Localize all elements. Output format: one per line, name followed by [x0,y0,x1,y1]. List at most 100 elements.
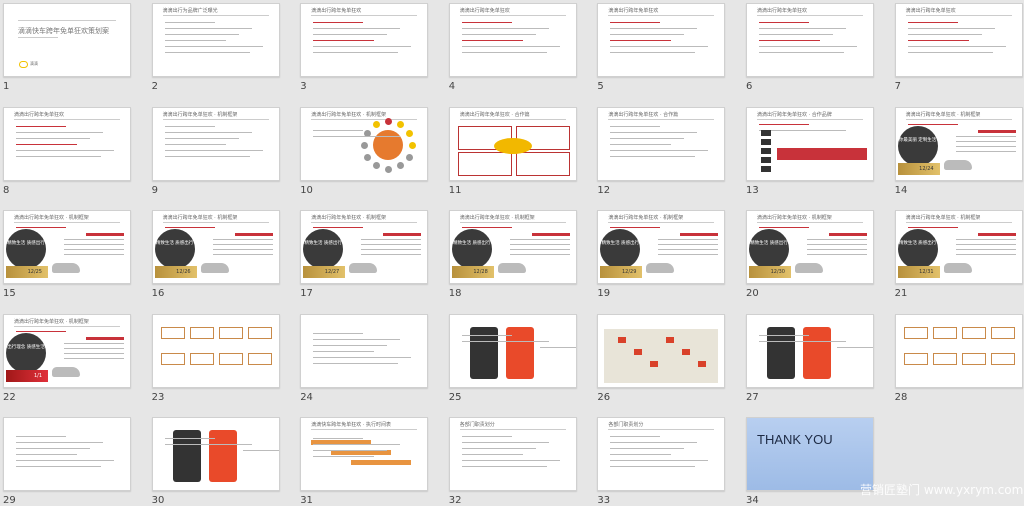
text-line [610,466,696,468]
theme-circle: 精致生活 质感出行 [154,229,195,270]
text-line [907,227,958,229]
text-line [955,249,1016,251]
slide-thumbnail[interactable]: 滴滴出行跨年免单狂欢 · 合作篇 [448,106,577,181]
slide-thumbnail[interactable]: 滴滴出行跨年免单狂欢 [448,3,577,77]
slide-thumbnail[interactable]: 各部门职责划分 [448,417,577,492]
slide-thumbnail[interactable]: 滴滴出行跨年免单狂欢 [3,106,131,181]
text-line [313,46,412,47]
theme-circle: 出行理念 质感生活 [6,332,46,373]
text-line [313,444,401,446]
text-line [313,227,364,229]
divider [311,15,418,16]
slide-thumbnail[interactable]: 滴滴出行跨年免单狂欢 · 合作篇 [597,106,726,181]
slide-thumbnail[interactable]: 滴滴出行跨年免单狂欢 · 机制框架 精致生活 质感出行 12/26 [151,210,280,285]
slide-title: 滴滴出行跨年免单狂欢 · 机制框架 [162,111,238,118]
slide-thumbnail[interactable] [151,417,280,492]
text-line [164,22,215,23]
slide-number: 21 [894,288,908,300]
text-line [907,46,1006,47]
center-ellipse [493,137,532,154]
flow-node [247,352,272,365]
slide-number: 9 [151,184,158,196]
slide-thumbnail[interactable]: 滴滴出行跨年免单狂欢 [300,3,429,77]
slide-number: 2 [151,81,158,92]
text-line [361,254,422,256]
flow-node [903,352,928,365]
text-line [610,143,672,145]
text-line [313,52,399,53]
slide-number: 15 [3,288,16,300]
slide-title: 滴滴出行跨年免单狂欢 · 机制框架 [459,215,535,222]
text-line [658,254,719,256]
slide-number: 10 [300,184,313,196]
flow-node [160,352,185,365]
slide-number: 12 [597,184,611,196]
slide-thumbnail[interactable]: 滴滴出行跨年免单狂欢 · 机制框架 精致生活 质感出行 12/28 [448,210,577,285]
text-line [313,344,388,346]
text-line [509,249,570,251]
text-line [64,244,124,246]
slide-thumbnail[interactable]: THANK YOU [746,417,874,492]
slide-thumbnail[interactable]: 滴滴快车跨年免单狂欢 · 执行时间表 [300,417,429,492]
text-line [361,244,422,246]
text-line [461,448,536,450]
slide-thumbnail[interactable]: 各部门职责划分 [597,417,726,492]
red-bar [977,233,1016,237]
divider [608,429,715,431]
slide-thumbnail[interactable]: 滴滴出行跨年免单狂欢 [894,3,1023,77]
slide-number: 28 [894,391,908,403]
divider [311,429,418,431]
slide-thumbnail[interactable] [3,417,131,492]
slide-thumbnail[interactable] [151,313,280,388]
text-line [16,448,90,450]
text-line [313,34,388,35]
slide-number: 4 [448,81,456,92]
text-line [313,356,412,358]
slide-thumbnail[interactable]: 滴滴出行跨年免单狂欢 · 合作品牌 [746,106,874,181]
slide-title: 滴滴出行跨年免单狂欢 [311,8,362,14]
flow-node [247,326,272,339]
text-line [164,444,252,446]
slide-number: 17 [300,288,313,300]
slide-thumbnail[interactable]: 滴滴出行跨年免单狂欢 [746,3,874,77]
slide-number: 33 [597,495,611,506]
slide-thumbnail[interactable]: 滴滴出行为品牌广泛曝光 [151,3,280,77]
slide-thumbnail[interactable]: 滴滴出行跨年免单狂欢 · 机制框架 精致生活 质感出行 12/29 [597,210,726,285]
slide-thumbnail[interactable]: 滴滴出行跨年免单狂欢 [597,3,726,77]
orbit-circle [409,141,417,149]
slide-number: 34 [746,495,759,506]
text-line [759,227,809,229]
map-marker [650,360,659,367]
slide-thumbnail[interactable]: 滴滴出行跨年免单狂欢 · 机制框架 精致生活 质感出行 12/30 [746,210,874,285]
red-panel [777,147,867,160]
slide-thumbnail[interactable] [894,313,1023,388]
text-line [955,254,1016,256]
slide-thumbnail[interactable] [746,313,874,388]
text-line [461,454,523,456]
text-line [313,438,364,440]
slide-thumbnail[interactable]: 滴滴出行跨年免单狂欢 · 机制框架 精致生活 质感出行 12/25 [3,210,131,285]
slide-title: 滴滴出行跨年免单狂欢 · 机制框架 [905,111,981,118]
date-ribbon: 12/28 [451,266,494,279]
text-line [313,350,375,352]
slide-thumbnail[interactable]: 滴滴出行跨年免单狂欢 · 机制框架 精致生活 质感出行 12/27 [300,210,429,285]
text-line [164,131,252,133]
slide-thumbnail[interactable]: 滴滴出行跨年免单狂欢 · 机制框架 你最美丽 定制生活 12/24 [894,106,1023,181]
slide-thumbnail[interactable]: 滴滴出行跨年免单狂欢 · 机制框架 [300,106,429,181]
theme-circle: 你最美丽 定制生活 [897,125,938,166]
text-line [509,254,570,256]
slide-thumbnail[interactable] [300,313,429,388]
slide-thumbnail[interactable] [448,313,577,388]
map-marker [666,336,675,343]
slide-thumbnail[interactable]: 滴滴出行跨年免单狂欢 · 机制框架 精致生活 质感出行 12/31 [894,210,1023,285]
slide-thumbnail[interactable]: 滴滴出行跨年免单狂欢 · 机制框架 [151,106,280,181]
slide-number: 14 [894,184,908,196]
text-line [164,149,263,151]
slide-title: 滴滴出行跨年免单狂欢 [608,8,659,14]
slide-number: 6 [746,81,753,92]
slide-thumbnail[interactable]: 滴滴快车跨年免单狂欢策划案 滴滴 [3,3,131,77]
slide-title: 滴滴出行跨年免单狂欢 · 机制框架 [14,318,89,325]
slide-thumbnail[interactable] [597,313,726,388]
slide-thumbnail[interactable]: 滴滴出行跨年免单狂欢 · 机制框架 出行理念 质感生活 1/1 [3,313,131,388]
text-line [539,346,576,348]
